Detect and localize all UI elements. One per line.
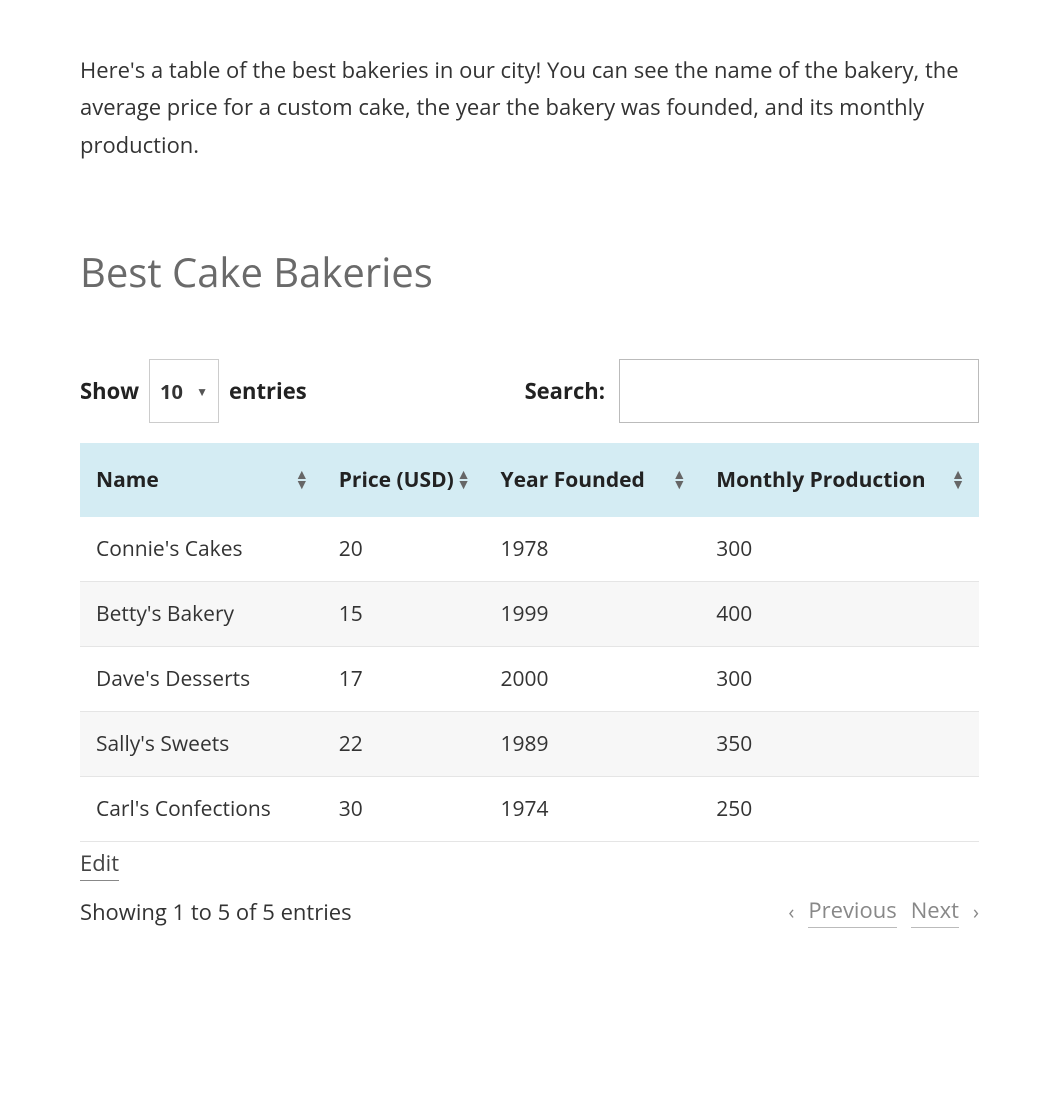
col-header-year[interactable]: Year Founded ▲▼ (485, 444, 701, 517)
table-row: Sally's Sweets 22 1989 350 (80, 712, 979, 777)
entries-length-control: Show 10 ▼ entries (80, 359, 307, 423)
col-header-production[interactable]: Monthly Production ▲▼ (700, 444, 979, 517)
search-input[interactable] (619, 359, 979, 423)
table-row: Carl's Confections 30 1974 250 (80, 777, 979, 842)
table-row: Betty's Bakery 15 1999 400 (80, 582, 979, 647)
cell-production: 300 (700, 647, 979, 712)
table-footer: Showing 1 to 5 of 5 entries ‹ Previous N… (80, 895, 979, 928)
search-label: Search: (525, 376, 605, 406)
col-header-production-label: Monthly Production (716, 466, 925, 494)
edit-link[interactable]: Edit (80, 848, 119, 881)
entries-select-value: 10 (160, 378, 183, 405)
cell-year: 1999 (485, 582, 701, 647)
cell-name: Sally's Sweets (80, 712, 323, 777)
cell-price: 15 (323, 582, 485, 647)
cell-name: Connie's Cakes (80, 517, 323, 582)
section-title: Best Cake Bakeries (80, 244, 979, 299)
entries-select[interactable]: 10 ▼ (149, 359, 219, 423)
col-header-price-label: Price (USD) (339, 466, 454, 494)
cell-year: 2000 (485, 647, 701, 712)
sort-icon: ▲▼ (295, 470, 309, 490)
sort-icon: ▲▼ (672, 470, 686, 490)
table-row: Connie's Cakes 20 1978 300 (80, 517, 979, 582)
col-header-name[interactable]: Name ▲▼ (80, 444, 323, 517)
pagination: ‹ Previous Next › (788, 895, 979, 928)
cell-name: Carl's Confections (80, 777, 323, 842)
table-row: Dave's Desserts 17 2000 300 (80, 647, 979, 712)
intro-paragraph: Here's a table of the best bakeries in o… (80, 52, 979, 164)
table-header-row: Name ▲▼ Price (USD) ▲▼ Year Founded ▲▼ M… (80, 444, 979, 517)
cell-price: 20 (323, 517, 485, 582)
cell-year: 1978 (485, 517, 701, 582)
cell-year: 1974 (485, 777, 701, 842)
cell-production: 350 (700, 712, 979, 777)
cell-production: 250 (700, 777, 979, 842)
col-header-price[interactable]: Price (USD) ▲▼ (323, 444, 485, 517)
cell-production: 400 (700, 582, 979, 647)
show-label: Show (80, 376, 139, 406)
next-button[interactable]: Next (911, 895, 959, 928)
table-info: Showing 1 to 5 of 5 entries (80, 897, 352, 927)
cell-price: 30 (323, 777, 485, 842)
bakeries-table: Name ▲▼ Price (USD) ▲▼ Year Founded ▲▼ M… (80, 443, 979, 842)
cell-name: Betty's Bakery (80, 582, 323, 647)
sort-icon: ▲▼ (951, 470, 965, 490)
cell-year: 1989 (485, 712, 701, 777)
cell-name: Dave's Desserts (80, 647, 323, 712)
table-controls: Show 10 ▼ entries Search: (80, 359, 979, 423)
col-header-name-label: Name (96, 466, 159, 494)
chevron-left-icon: ‹ (788, 898, 794, 925)
sort-icon: ▲▼ (457, 470, 471, 490)
col-header-year-label: Year Founded (501, 466, 645, 494)
caret-down-icon: ▼ (196, 383, 208, 400)
cell-production: 300 (700, 517, 979, 582)
chevron-right-icon: › (973, 898, 979, 925)
previous-button[interactable]: Previous (808, 895, 896, 928)
cell-price: 22 (323, 712, 485, 777)
search-control: Search: (525, 359, 979, 423)
entries-label: entries (229, 376, 307, 406)
cell-price: 17 (323, 647, 485, 712)
